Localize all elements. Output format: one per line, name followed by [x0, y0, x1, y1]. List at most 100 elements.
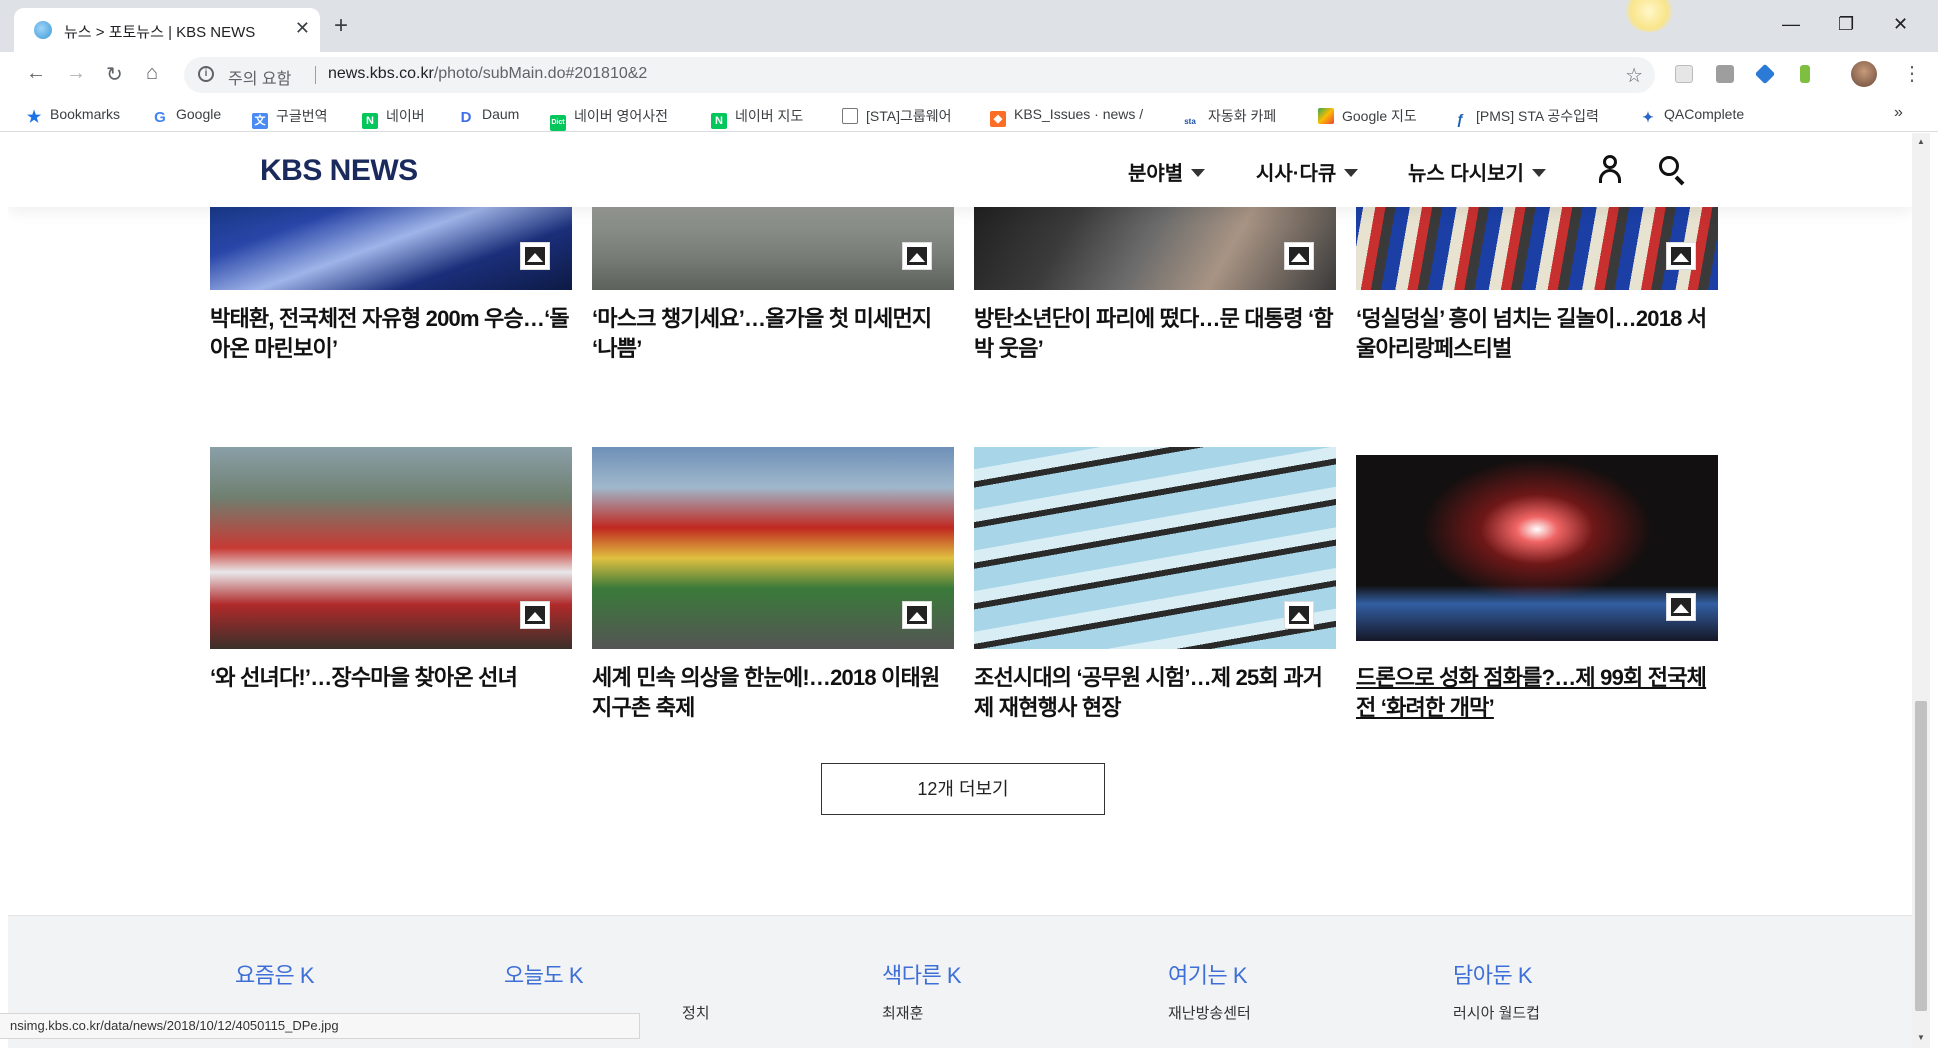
caret-down-icon: [1344, 169, 1359, 177]
photo-thumbnail[interactable]: [1356, 455, 1718, 641]
photo-caption[interactable]: ‘와 선녀다!’…장수마을 찾아온 선녀: [210, 663, 572, 693]
extension-ex-icon[interactable]: [1716, 65, 1734, 83]
menu-category[interactable]: 분야별: [1128, 157, 1206, 186]
thumb-spacer: [1356, 447, 1718, 455]
bookmark-item[interactable]: D Daum: [458, 106, 519, 126]
tab-title: 뉴스 > 포토뉴스 | KBS NEWS: [64, 24, 256, 41]
bookmark-label: 네이버 영어사전: [574, 108, 669, 124]
extension-ladder-icon[interactable]: [1800, 65, 1810, 83]
menu-current-affairs[interactable]: 시사·다큐: [1256, 157, 1359, 186]
security-warning[interactable]: 주의 요함: [228, 65, 291, 89]
bookmark-label: QAComplete: [1664, 106, 1745, 122]
star-icon: ★: [26, 109, 42, 126]
extension-diamond-icon[interactable]: [1754, 63, 1776, 85]
user-body: [1599, 169, 1621, 183]
bookmark-label: 구글번역: [276, 108, 328, 124]
photo-card[interactable]: 조선시대의 ‘공무원 시험’…제 25회 과거제 재현행사 현장: [974, 447, 1336, 723]
bookmark-item[interactable]: ◆ KBS_Issues · news /: [990, 106, 1143, 127]
photo-caption[interactable]: 드론으로 성화 점화를?…제 99회 전국체전 ‘화려한 개막’: [1356, 663, 1718, 723]
page-icon: [842, 108, 858, 124]
photo-caption[interactable]: 방탄소년단이 파리에 떴다…문 대통령 ‘함박 웃음’: [974, 304, 1336, 364]
bookmark-item[interactable]: Dict 네이버 영어사전: [550, 106, 668, 131]
close-tab-icon[interactable]: ✕: [295, 18, 310, 39]
bookmark-item[interactable]: ★ Bookmarks: [26, 106, 120, 126]
bookmark-label: 자동화 카페: [1208, 108, 1277, 124]
info-icon[interactable]: i: [198, 66, 214, 82]
photo-card[interactable]: 드론으로 성화 점화를?…제 99회 전국체전 ‘화려한 개막’: [1356, 447, 1718, 723]
photo-caption[interactable]: 조선시대의 ‘공무원 시험’…제 25회 과거제 재현행사 현장: [974, 663, 1336, 723]
bookmark-item[interactable]: G Google: [152, 106, 221, 126]
bookmark-label: Google: [176, 106, 222, 122]
bookmark-item[interactable]: Google 지도: [1318, 106, 1417, 126]
bookmark-label: Bookmarks: [50, 106, 121, 122]
chrome-menu-icon[interactable]: ⋮: [1902, 61, 1922, 86]
user-icon[interactable]: [1597, 155, 1623, 183]
address-separator: [315, 66, 316, 84]
gitlab-icon: ◆: [990, 111, 1006, 127]
photo-caption[interactable]: 세계 민속 의상을 한눈에!…2018 이태원 지구촌 축제: [592, 663, 954, 723]
photo-card[interactable]: 세계 민속 의상을 한눈에!…2018 이태원 지구촌 축제: [592, 447, 954, 723]
photo-thumbnail[interactable]: [592, 447, 954, 649]
naver-dict-icon: Dict: [550, 115, 566, 131]
photo-caption[interactable]: ‘마스크 챙기세요’…올가을 첫 미세먼지 ‘나쁨’: [592, 304, 954, 364]
close-window-icon[interactable]: ✕: [1893, 14, 1908, 35]
photo-thumbnail[interactable]: [974, 447, 1336, 649]
photo-gallery-icon: [520, 601, 550, 629]
photo-caption[interactable]: ‘덩실덩실’ 흥이 넘치는 길놀이…2018 서울아리랑페스티벌: [1356, 304, 1718, 364]
bookmarks-overflow-icon[interactable]: »: [1894, 104, 1903, 122]
bookmark-item[interactable]: sta 자동화 카페: [1180, 106, 1276, 130]
pms-icon: ƒ: [1452, 111, 1468, 127]
back-icon[interactable]: ←: [26, 62, 46, 85]
footer-heading[interactable]: 색다른 K: [882, 958, 962, 990]
new-tab-icon[interactable]: +: [334, 14, 348, 38]
photo-caption[interactable]: 박태환, 전국체전 자유형 200m 우승…‘돌아온 마린보이’: [210, 304, 572, 364]
footer-heading[interactable]: 담아둔 K: [1453, 958, 1533, 990]
home-icon[interactable]: ⌂: [146, 62, 158, 85]
search-lens: [1659, 156, 1679, 176]
photo-thumbnail[interactable]: [210, 447, 572, 649]
page-scrollbar[interactable]: ▲ ▼: [1912, 133, 1930, 1048]
scroll-up-icon[interactable]: ▲: [1917, 137, 1925, 146]
url-text[interactable]: news.kbs.co.kr/photo/subMain.do#201810&2: [328, 65, 647, 83]
reload-icon[interactable]: ↻: [106, 62, 123, 87]
kbs-news-logo[interactable]: KBS NEWS: [260, 154, 418, 188]
minimize-icon[interactable]: —: [1782, 14, 1800, 35]
bookmark-label: Google 지도: [1342, 108, 1417, 124]
url-path: /photo/subMain.do#201810&2: [433, 65, 648, 82]
scroll-down-icon[interactable]: ▼: [1917, 1033, 1925, 1042]
bookmark-item[interactable]: N 네이버 지도: [711, 106, 803, 129]
extension-cast-icon[interactable]: [1675, 65, 1693, 83]
footer-heading[interactable]: 여기는 K: [1168, 958, 1248, 990]
bookmark-item[interactable]: ƒ [PMS] STA 공수입력: [1452, 106, 1599, 127]
daum-icon: D: [458, 110, 474, 126]
footer-link[interactable]: 최재훈: [882, 1002, 923, 1023]
bookmark-item[interactable]: 文 구글번역: [252, 106, 328, 129]
forward-icon[interactable]: →: [66, 62, 86, 85]
address-bar[interactable]: i 주의 요함 news.kbs.co.kr/photo/subMain.do#…: [184, 57, 1655, 93]
bookmark-label: [PMS] STA 공수입력: [1476, 108, 1599, 124]
user-head: [1603, 155, 1617, 169]
menu-label: 분야별: [1128, 163, 1184, 185]
bookmark-item[interactable]: ✦ QAComplete: [1640, 106, 1744, 125]
naver-icon: N: [711, 113, 727, 129]
footer-heading[interactable]: 오늘도 K: [504, 958, 584, 990]
bookmark-item[interactable]: N 네이버: [362, 106, 425, 129]
bookmark-star-icon[interactable]: ☆: [1625, 63, 1643, 88]
search-icon[interactable]: [1659, 156, 1687, 186]
kbs-header: KBS NEWS 분야별 시사·다큐 뉴스 다시보기: [8, 133, 1912, 207]
menu-replay[interactable]: 뉴스 다시보기: [1408, 157, 1546, 186]
profile-avatar[interactable]: [1851, 61, 1877, 87]
bookmark-label: 네이버 지도: [735, 108, 804, 124]
menu-label: 시사·다큐: [1256, 163, 1337, 185]
footer-link[interactable]: 러시아 월드컵: [1453, 1002, 1540, 1023]
footer-link[interactable]: 정치: [682, 1002, 710, 1023]
restore-icon[interactable]: ❐: [1838, 14, 1854, 35]
photo-gallery-icon: [1666, 242, 1696, 270]
bookmark-item[interactable]: [STA]그룹웨어: [842, 106, 952, 126]
footer-heading[interactable]: 요즘은 K: [235, 958, 315, 990]
scrollbar-thumb[interactable]: [1915, 701, 1927, 1011]
photo-card[interactable]: ‘와 선녀다!’…장수마을 찾아온 선녀: [210, 447, 572, 693]
footer-link[interactable]: 재난방송센터: [1168, 1002, 1251, 1023]
browser-tab[interactable]: 뉴스 > 포토뉴스 | KBS NEWS ✕: [14, 8, 320, 52]
load-more-button[interactable]: 12개 더보기: [821, 763, 1105, 815]
